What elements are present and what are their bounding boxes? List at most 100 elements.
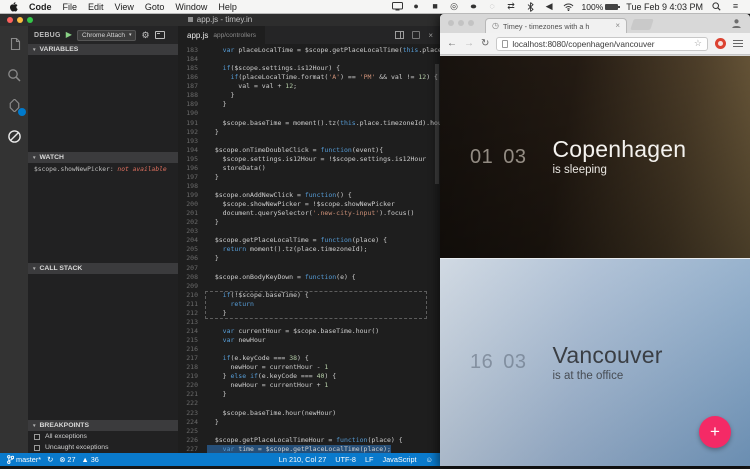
debug-config-select[interactable]: Chrome Attach ▾ [77, 30, 137, 41]
start-debug-button[interactable]: ▶ [66, 31, 72, 39]
call-stack-section-header[interactable]: ▾ CALL STACK [28, 263, 178, 274]
debug-icon[interactable] [7, 129, 22, 144]
code-line-191[interactable]: 191 $scope.baseTime = moment().tz(this.p… [178, 119, 440, 128]
faded-circle-icon[interactable]: ◌ [487, 1, 498, 12]
code-line-192[interactable]: 192 } [178, 128, 440, 137]
code-line-202[interactable]: 202 } [178, 218, 440, 227]
code-editor[interactable]: 183 var placeLocalTime = $scope.getPlace… [178, 44, 440, 453]
checkbox[interactable] [34, 445, 40, 451]
watch-section-header[interactable]: ▾ WATCH [28, 152, 178, 163]
close-icon[interactable]: × [428, 31, 433, 40]
battery-indicator[interactable]: 100% [582, 2, 619, 12]
city-time[interactable]: 01 03 [470, 146, 527, 169]
menu-window[interactable]: Window [175, 2, 207, 12]
code-line-219[interactable]: 219 } else if(e.keyCode === 40) { [178, 372, 440, 381]
code-line-193[interactable]: 193 [178, 137, 440, 146]
breakpoint-row[interactable]: All exceptions [28, 431, 178, 442]
volume-icon[interactable]: ◀ [544, 1, 555, 12]
circle-app-icon[interactable]: ● [411, 1, 422, 12]
code-line-221[interactable]: 221 } [178, 390, 440, 399]
code-line-207[interactable]: 207 [178, 264, 440, 273]
call-stack-panel[interactable] [28, 274, 178, 420]
menu-goto[interactable]: Goto [145, 2, 165, 12]
code-line-188[interactable]: 188 } [178, 91, 440, 100]
close-tab-icon[interactable]: × [615, 22, 620, 30]
code-line-209[interactable]: 209 [178, 282, 440, 291]
code-line-220[interactable]: 220 newHour = currentHour + 1 [178, 381, 440, 390]
code-line-187[interactable]: 187 val = val + 12; [178, 82, 440, 91]
wifi-icon[interactable] [563, 1, 574, 12]
menu-file[interactable]: File [63, 2, 78, 12]
code-line-217[interactable]: 217 if(e.keyCode === 38) { [178, 354, 440, 363]
menu-view[interactable]: View [115, 2, 134, 12]
notification-center-icon[interactable]: ≡ [730, 1, 741, 12]
code-line-195[interactable]: 195 $scope.settings.is12Hour = !$scope.s… [178, 155, 440, 164]
code-line-204[interactable]: 204 $scope.getPlaceLocalTime = function(… [178, 236, 440, 245]
address-bar[interactable]: localhost:8080/copenhagen/vancouver ☆ [496, 37, 708, 51]
watch-panel[interactable]: $scope.showNewPicker: not available [28, 163, 178, 263]
oval-app-icon[interactable]: ● [465, 1, 480, 12]
zoom-window-button[interactable] [468, 20, 474, 26]
browser-tab-timey[interactable]: ◷ Timey - timezones with a h × [485, 18, 627, 33]
browser-tabstrip[interactable]: ◷ Timey - timezones with a h × [440, 14, 750, 33]
code-line-223[interactable]: 223 $scope.baseTime.hour(newHour) [178, 409, 440, 418]
code-line-212[interactable]: 212 } [178, 309, 440, 318]
errors-indicator[interactable]: ⊗ 27 [59, 455, 75, 464]
code-line-194[interactable]: 194 $scope.onTimeDoubleClick = function(… [178, 146, 440, 155]
code-line-198[interactable]: 198 [178, 182, 440, 191]
split-editor-icon[interactable] [395, 31, 404, 39]
profile-icon[interactable] [731, 18, 742, 29]
code-line-197[interactable]: 197 } [178, 173, 440, 182]
vscode-titlebar[interactable]: app.js - timey.in [0, 14, 440, 26]
status-item[interactable]: JavaScript [382, 455, 416, 464]
code-line-226[interactable]: 226 $scope.getPlaceLocalTimeHour = funct… [178, 436, 440, 445]
editor-scrollbar[interactable] [435, 64, 439, 184]
warnings-indicator[interactable]: ▲ 36 [82, 455, 99, 464]
bluetooth-icon[interactable] [525, 1, 536, 12]
menu-edit[interactable]: Edit [88, 2, 104, 12]
extension-icon[interactable] [715, 38, 726, 49]
checkbox[interactable] [34, 434, 40, 440]
close-window-button[interactable] [448, 20, 454, 26]
feedback-smiley-icon[interactable]: ☺ [426, 455, 433, 464]
spotlight-icon[interactable] [711, 1, 722, 12]
status-item[interactable]: LF [365, 455, 374, 464]
preview-icon[interactable] [412, 31, 420, 39]
code-line-218[interactable]: 218 newHour = currentHour - 1 [178, 363, 440, 372]
code-line-208[interactable]: 208 $scope.onBodyKeyDown = function(e) { [178, 273, 440, 282]
code-line-214[interactable]: 214 var currentHour = $scope.baseTime.ho… [178, 327, 440, 336]
code-line-225[interactable]: 225 [178, 427, 440, 436]
code-line-189[interactable]: 189 } [178, 100, 440, 109]
code-line-183[interactable]: 183 var placeLocalTime = $scope.getPlace… [178, 46, 440, 55]
tab-appjs[interactable]: app.js app/controllers [178, 26, 265, 44]
code-line-200[interactable]: 200 $scope.showNewPicker = !$scope.showN… [178, 200, 440, 209]
code-line-190[interactable]: 190 [178, 109, 440, 118]
code-line-206[interactable]: 206 } [178, 254, 440, 263]
sync-icon[interactable]: ↻ [47, 455, 53, 464]
code-line-184[interactable]: 184 [178, 55, 440, 64]
apple-icon[interactable] [9, 2, 18, 12]
add-city-button[interactable]: + [699, 416, 731, 448]
variables-section-header[interactable]: ▾ VARIABLES [28, 44, 178, 55]
minimize-window-button[interactable] [458, 20, 464, 26]
debug-console-icon[interactable] [155, 31, 165, 39]
city-card-copenhagen[interactable]: 01 03 Copenhagen is sleeping [440, 56, 750, 258]
display-icon[interactable] [392, 1, 403, 12]
forward-button[interactable]: → [464, 39, 474, 49]
url-text[interactable]: localhost:8080/copenhagen/vancouver [512, 39, 690, 49]
back-button[interactable]: ← [447, 39, 457, 49]
search-icon[interactable] [7, 67, 22, 82]
code-line-222[interactable]: 222 [178, 399, 440, 408]
new-tab-button[interactable] [630, 19, 654, 30]
reload-button[interactable]: ↻ [481, 39, 489, 49]
menubar-clock[interactable]: Tue Feb 9 4:03 PM [626, 2, 703, 12]
minimize-window-button[interactable] [17, 17, 23, 23]
code-line-203[interactable]: 203 [178, 227, 440, 236]
code-line-224[interactable]: 224 } [178, 418, 440, 427]
code-line-199[interactable]: 199 $scope.onAddNewClick = function() { [178, 191, 440, 200]
sync-arrows-icon[interactable]: ⇄ [506, 1, 517, 12]
git-branch-indicator[interactable]: master* [7, 455, 41, 464]
explorer-icon[interactable] [7, 36, 22, 51]
check-circle-icon[interactable]: ◎ [449, 1, 460, 12]
code-line-186[interactable]: 186 if(placeLocalTime.format('A') == 'PM… [178, 73, 440, 82]
